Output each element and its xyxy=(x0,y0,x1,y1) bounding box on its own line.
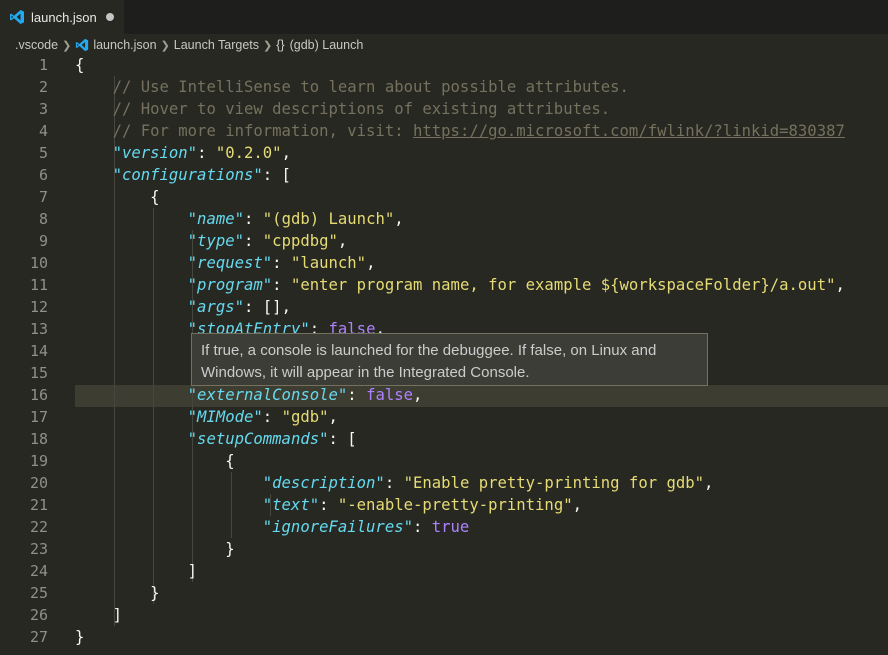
line-number: 13 xyxy=(29,320,48,338)
line-number: 26 xyxy=(29,606,48,624)
code-line-current[interactable]: "externalConsole": false, xyxy=(75,384,423,406)
line-number: 18 xyxy=(29,430,48,448)
line-number: 20 xyxy=(29,474,48,492)
code-line[interactable]: ] xyxy=(75,560,197,582)
code-line[interactable]: "request": "launch", xyxy=(75,252,376,274)
code-line[interactable]: { xyxy=(75,186,159,208)
line-number: 9 xyxy=(38,232,48,250)
braces-icon: {} xyxy=(276,38,285,52)
tab-launch-json[interactable]: launch.json xyxy=(0,0,124,34)
code-line[interactable]: { xyxy=(75,450,234,472)
code-line[interactable]: "ignoreFailures": true xyxy=(75,516,470,538)
code-line[interactable]: "setupCommands": [ xyxy=(75,428,357,450)
breadcrumb-launch-targets[interactable]: Launch Targets xyxy=(174,38,259,52)
vscode-logo-icon xyxy=(76,38,89,52)
line-number: 11 xyxy=(29,276,48,294)
code-line[interactable]: // Use IntelliSense to learn about possi… xyxy=(75,76,629,98)
code-line[interactable]: ] xyxy=(75,604,122,626)
line-number: 16 xyxy=(29,386,48,404)
line-number: 17 xyxy=(29,408,48,426)
chevron-right-icon: ❯ xyxy=(263,39,273,52)
line-number: 23 xyxy=(29,540,48,558)
line-number: 5 xyxy=(38,144,48,162)
hover-text-line: If true, a console is launched for the d… xyxy=(201,342,657,359)
tab-label: launch.json xyxy=(31,9,97,25)
code-line[interactable]: { xyxy=(75,54,84,76)
code-line[interactable]: "args": [], xyxy=(75,296,291,318)
vscode-logo-icon xyxy=(10,10,24,24)
line-number: 27 xyxy=(29,628,48,646)
code-line[interactable]: "program": "enter program name, for exam… xyxy=(75,274,845,296)
code-line[interactable]: "type": "cppdbg", xyxy=(75,230,348,252)
line-number: 19 xyxy=(29,452,48,470)
code-line[interactable]: "MIMode": "gdb", xyxy=(75,406,338,428)
tab-bar: launch.json xyxy=(0,0,888,34)
code-line[interactable]: // For more information, visit: https://… xyxy=(75,120,845,142)
line-number: 4 xyxy=(38,122,48,140)
breadcrumb: .vscode ❯ launch.json ❯ Launch Targets ❯… xyxy=(0,34,888,56)
line-number: 2 xyxy=(38,78,48,96)
code-line[interactable]: } xyxy=(75,538,234,560)
line-number: 1 xyxy=(38,56,48,74)
line-number: 22 xyxy=(29,518,48,536)
code-line[interactable]: // Hover to view descriptions of existin… xyxy=(75,98,611,120)
chevron-right-icon: ❯ xyxy=(160,39,170,52)
breadcrumb-launch-json[interactable]: launch.json xyxy=(93,38,156,52)
chevron-right-icon: ❯ xyxy=(62,39,72,52)
code-line[interactable]: } xyxy=(75,582,159,604)
code-line[interactable]: "name": "(gdb) Launch", xyxy=(75,208,404,230)
line-number: 7 xyxy=(38,188,48,206)
code-line[interactable]: } xyxy=(75,626,84,648)
line-number: 15 xyxy=(29,364,48,382)
breadcrumb-gdb-launch[interactable]: (gdb) Launch xyxy=(290,38,364,52)
line-number: 10 xyxy=(29,254,48,272)
hover-text-line: Windows, it will appear in the Integrate… xyxy=(201,364,530,381)
unsaved-dot-icon[interactable] xyxy=(105,13,114,21)
line-number: 6 xyxy=(38,166,48,184)
hover-tooltip: If true, a console is launched for the d… xyxy=(191,333,708,386)
line-number: 8 xyxy=(38,210,48,228)
code-line[interactable]: "configurations": [ xyxy=(75,164,291,186)
docs-link[interactable]: https://go.microsoft.com/fwlink/?linkid=… xyxy=(413,122,845,140)
code-line[interactable]: "version": "0.2.0", xyxy=(75,142,291,164)
line-number: 21 xyxy=(29,496,48,514)
code-line[interactable]: "text": "-enable-pretty-printing", xyxy=(75,494,582,516)
code-line[interactable]: "description": "Enable pretty-printing f… xyxy=(75,472,714,494)
line-number: 3 xyxy=(38,100,48,118)
line-number: 12 xyxy=(29,298,48,316)
line-number: 25 xyxy=(29,584,48,602)
line-number: 24 xyxy=(29,562,48,580)
line-number: 14 xyxy=(29,342,48,360)
breadcrumb-vscode[interactable]: .vscode xyxy=(15,38,58,52)
